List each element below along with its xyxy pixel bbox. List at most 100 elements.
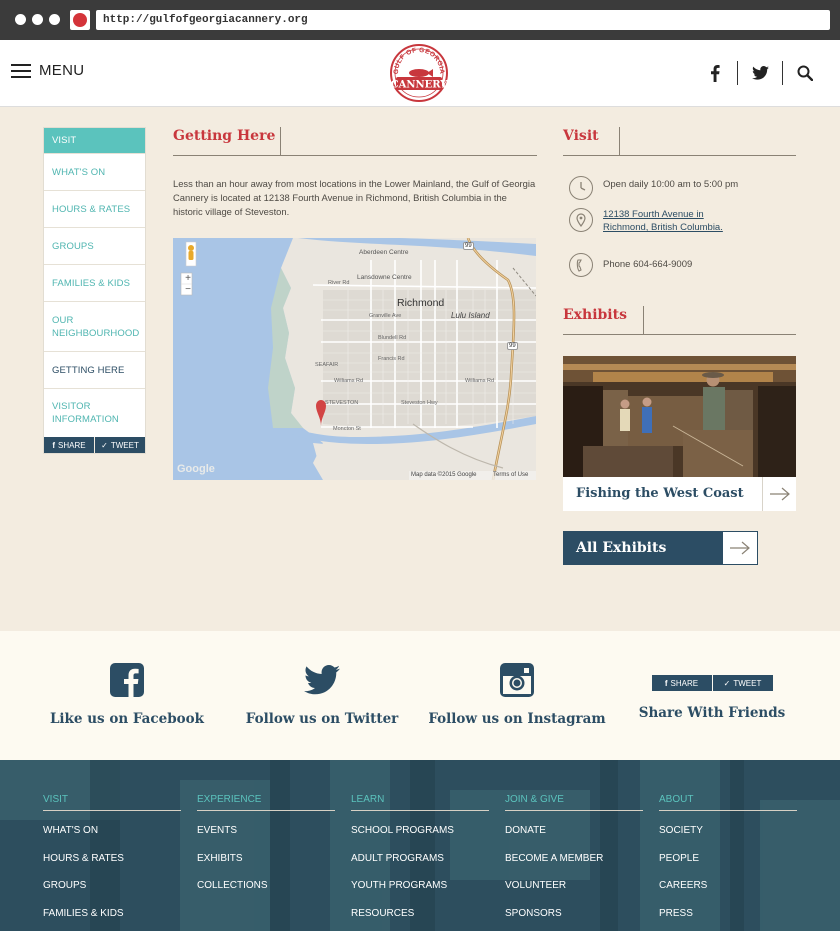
sidebar-item-visit[interactable]: VISIT [44,128,145,154]
visit-address[interactable]: 12138 Fourth Avenue in Richmond, British… [603,208,723,234]
menu-button[interactable]: MENU [11,62,84,79]
map-canvas[interactable] [173,238,536,480]
footer-link[interactable]: RESOURCES [351,908,489,922]
footer-link[interactable]: COLLECTIONS [197,880,335,894]
address-line-2[interactable]: Richmond, British Columbia. [603,222,723,233]
hamburger-icon [11,63,31,78]
sidebar-item-our-neighbourhood[interactable]: OUR NEIGHBOURHOOD [44,302,145,352]
footer-col-visit: VISIT WHAT'S ON HOURS & RATES GROUPS FAM… [43,794,181,921]
social-twitter[interactable]: Follow us on Twitter [232,661,412,727]
window-close-dot[interactable] [15,14,26,25]
map-zoom-in-button[interactable]: + [183,273,193,284]
sidebar-item-whats-on[interactable]: WHAT'S ON [44,154,145,191]
visit-heading-bar: Visit [563,127,796,156]
sidebar-share-button[interactable]: f SHARE [44,437,94,453]
footer-heading[interactable]: LEARN [351,794,489,811]
footer-link[interactable]: PEOPLE [659,853,797,867]
map-label-williams: Williams Rd [334,378,364,384]
share-facebook-button[interactable]: f SHARE [651,675,712,691]
sidebar-item-getting-here[interactable]: GETTING HERE [44,352,145,389]
sidebar-nav: VISIT WHAT'S ON HOURS & RATES GROUPS FAM… [43,127,146,454]
twitter-icon: ✓ [101,440,108,450]
sidebar-tweet-button[interactable]: ✓ TWEET [94,437,145,453]
all-exhibits-label: All Exhibits [576,540,667,556]
footer-heading[interactable]: ABOUT [659,794,797,811]
arrow-right-icon[interactable] [762,477,796,511]
map-label-steveston-village: STEVESTON [325,400,359,406]
address-bar[interactable]: http://gulfofgeorgiacannery.org [96,10,830,30]
social-band: Like us on Facebook Follow us on Twitter… [0,631,840,760]
map-label-aberdeen: Aberdeen Centre [359,249,409,256]
menu-label: MENU [39,62,85,79]
footer-col-learn: LEARN SCHOOL PROGRAMS ADULT PROGRAMS YOU… [351,794,489,921]
map-widget[interactable]: + − Aberdeen Centre Lansdowne Centre Riv… [173,238,536,480]
footer-link[interactable]: SCHOOL PROGRAMS [351,825,489,839]
map-zoom-out-button[interactable]: − [183,284,193,295]
facebook-icon [37,661,217,699]
map-label-seafair: SEAFAIR [315,362,339,368]
map-terms-link[interactable]: Terms of Use [493,472,528,478]
footer-link[interactable]: YOUTH PROGRAMS [351,880,489,894]
sidebar-item-visitor-information[interactable]: VISITOR INFORMATION [44,389,145,437]
sidebar-item-hours-rates[interactable]: HOURS & RATES [44,191,145,228]
browser-chrome: http://gulfofgeorgiacannery.org [0,0,840,40]
footer-heading[interactable]: JOIN & GIVE [505,794,643,811]
sidebar-item-groups[interactable]: GROUPS [44,228,145,265]
footer-link[interactable]: SOCIETY [659,825,797,839]
footer-heading[interactable]: VISIT [43,794,181,811]
map-label-francis: Francis Rd [378,356,405,362]
facebook-icon: f [52,440,56,450]
visit-phone-row: Phone 604-664-9009 [569,253,692,277]
visit-address-row: 12138 Fourth Avenue in Richmond, British… [569,208,723,234]
social-share: f SHARE ✓ TWEET Share With Friends [622,661,802,721]
heading-divider [643,306,644,334]
exhibit-card-caption[interactable]: Fishing the West Coast [563,477,796,511]
header-divider [782,61,783,85]
footer-link[interactable]: FAMILIES & KIDS [43,908,181,922]
footer-link[interactable]: VOLUNTEER [505,880,643,894]
footer-link[interactable]: CAREERS [659,880,797,894]
arrow-right-icon [723,532,757,564]
all-exhibits-button[interactable]: All Exhibits [563,531,758,565]
map-label-williams-east: Williams Rd [465,378,495,384]
share-tweet-button[interactable]: ✓ TWEET [712,675,773,691]
footer-link[interactable]: EVENTS [197,825,335,839]
visit-phone: Phone 604-664-9009 [603,259,693,270]
header-icon-group [704,60,816,86]
footer-link[interactable]: PRESS [659,908,797,922]
instagram-icon [427,661,607,699]
footer-link[interactable]: HOURS & RATES [43,853,181,867]
twitter-icon: ✓ [723,678,731,688]
exhibit-photo[interactable] [563,356,796,477]
address-line-1[interactable]: 12138 Fourth Avenue in [603,209,704,220]
tweet-label: TWEET [110,440,139,450]
cannery-logo[interactable]: GULF OF GEORGIA CANNERY [389,43,449,103]
getting-here-body: Less than an hour away from most locatio… [173,178,536,217]
footer-link[interactable]: DONATE [505,825,643,839]
window-minimize-dot[interactable] [32,14,43,25]
map-google-label: Google [177,463,215,475]
window-maximize-dot[interactable] [49,14,60,25]
map-attribution: Map data ©2015 Google [411,472,477,478]
footer-link[interactable]: BECOME A MEMBER [505,853,643,867]
sidebar-item-families-kids[interactable]: FAMILIES & KIDS [44,265,145,302]
logo-text-main: CANNERY [391,80,449,91]
instagram-label: Follow us on Instagram [428,711,606,727]
social-facebook[interactable]: Like us on Facebook [37,661,217,727]
facebook-label: Like us on Facebook [49,711,205,727]
search-icon[interactable] [794,60,816,86]
share-label: SHARE [670,678,699,688]
social-instagram[interactable]: Follow us on Instagram [427,661,607,727]
footer-link[interactable]: GROUPS [43,880,181,894]
facebook-icon[interactable] [704,60,726,86]
footer-link[interactable]: SPONSORS [505,908,643,922]
footer-link[interactable]: ADULT PROGRAMS [351,853,489,867]
footer-link[interactable]: WHAT'S ON [43,825,181,839]
share-button-group: f SHARE ✓ TWEET [622,675,802,691]
footer-link[interactable]: EXHIBITS [197,853,335,867]
facebook-icon: f [664,678,668,688]
footer-heading[interactable]: EXPERIENCE [197,794,335,811]
map-highway-99-badge: 99 [507,342,518,350]
twitter-icon[interactable] [749,60,771,86]
site-footer: VISIT WHAT'S ON HOURS & RATES GROUPS FAM… [0,760,840,931]
